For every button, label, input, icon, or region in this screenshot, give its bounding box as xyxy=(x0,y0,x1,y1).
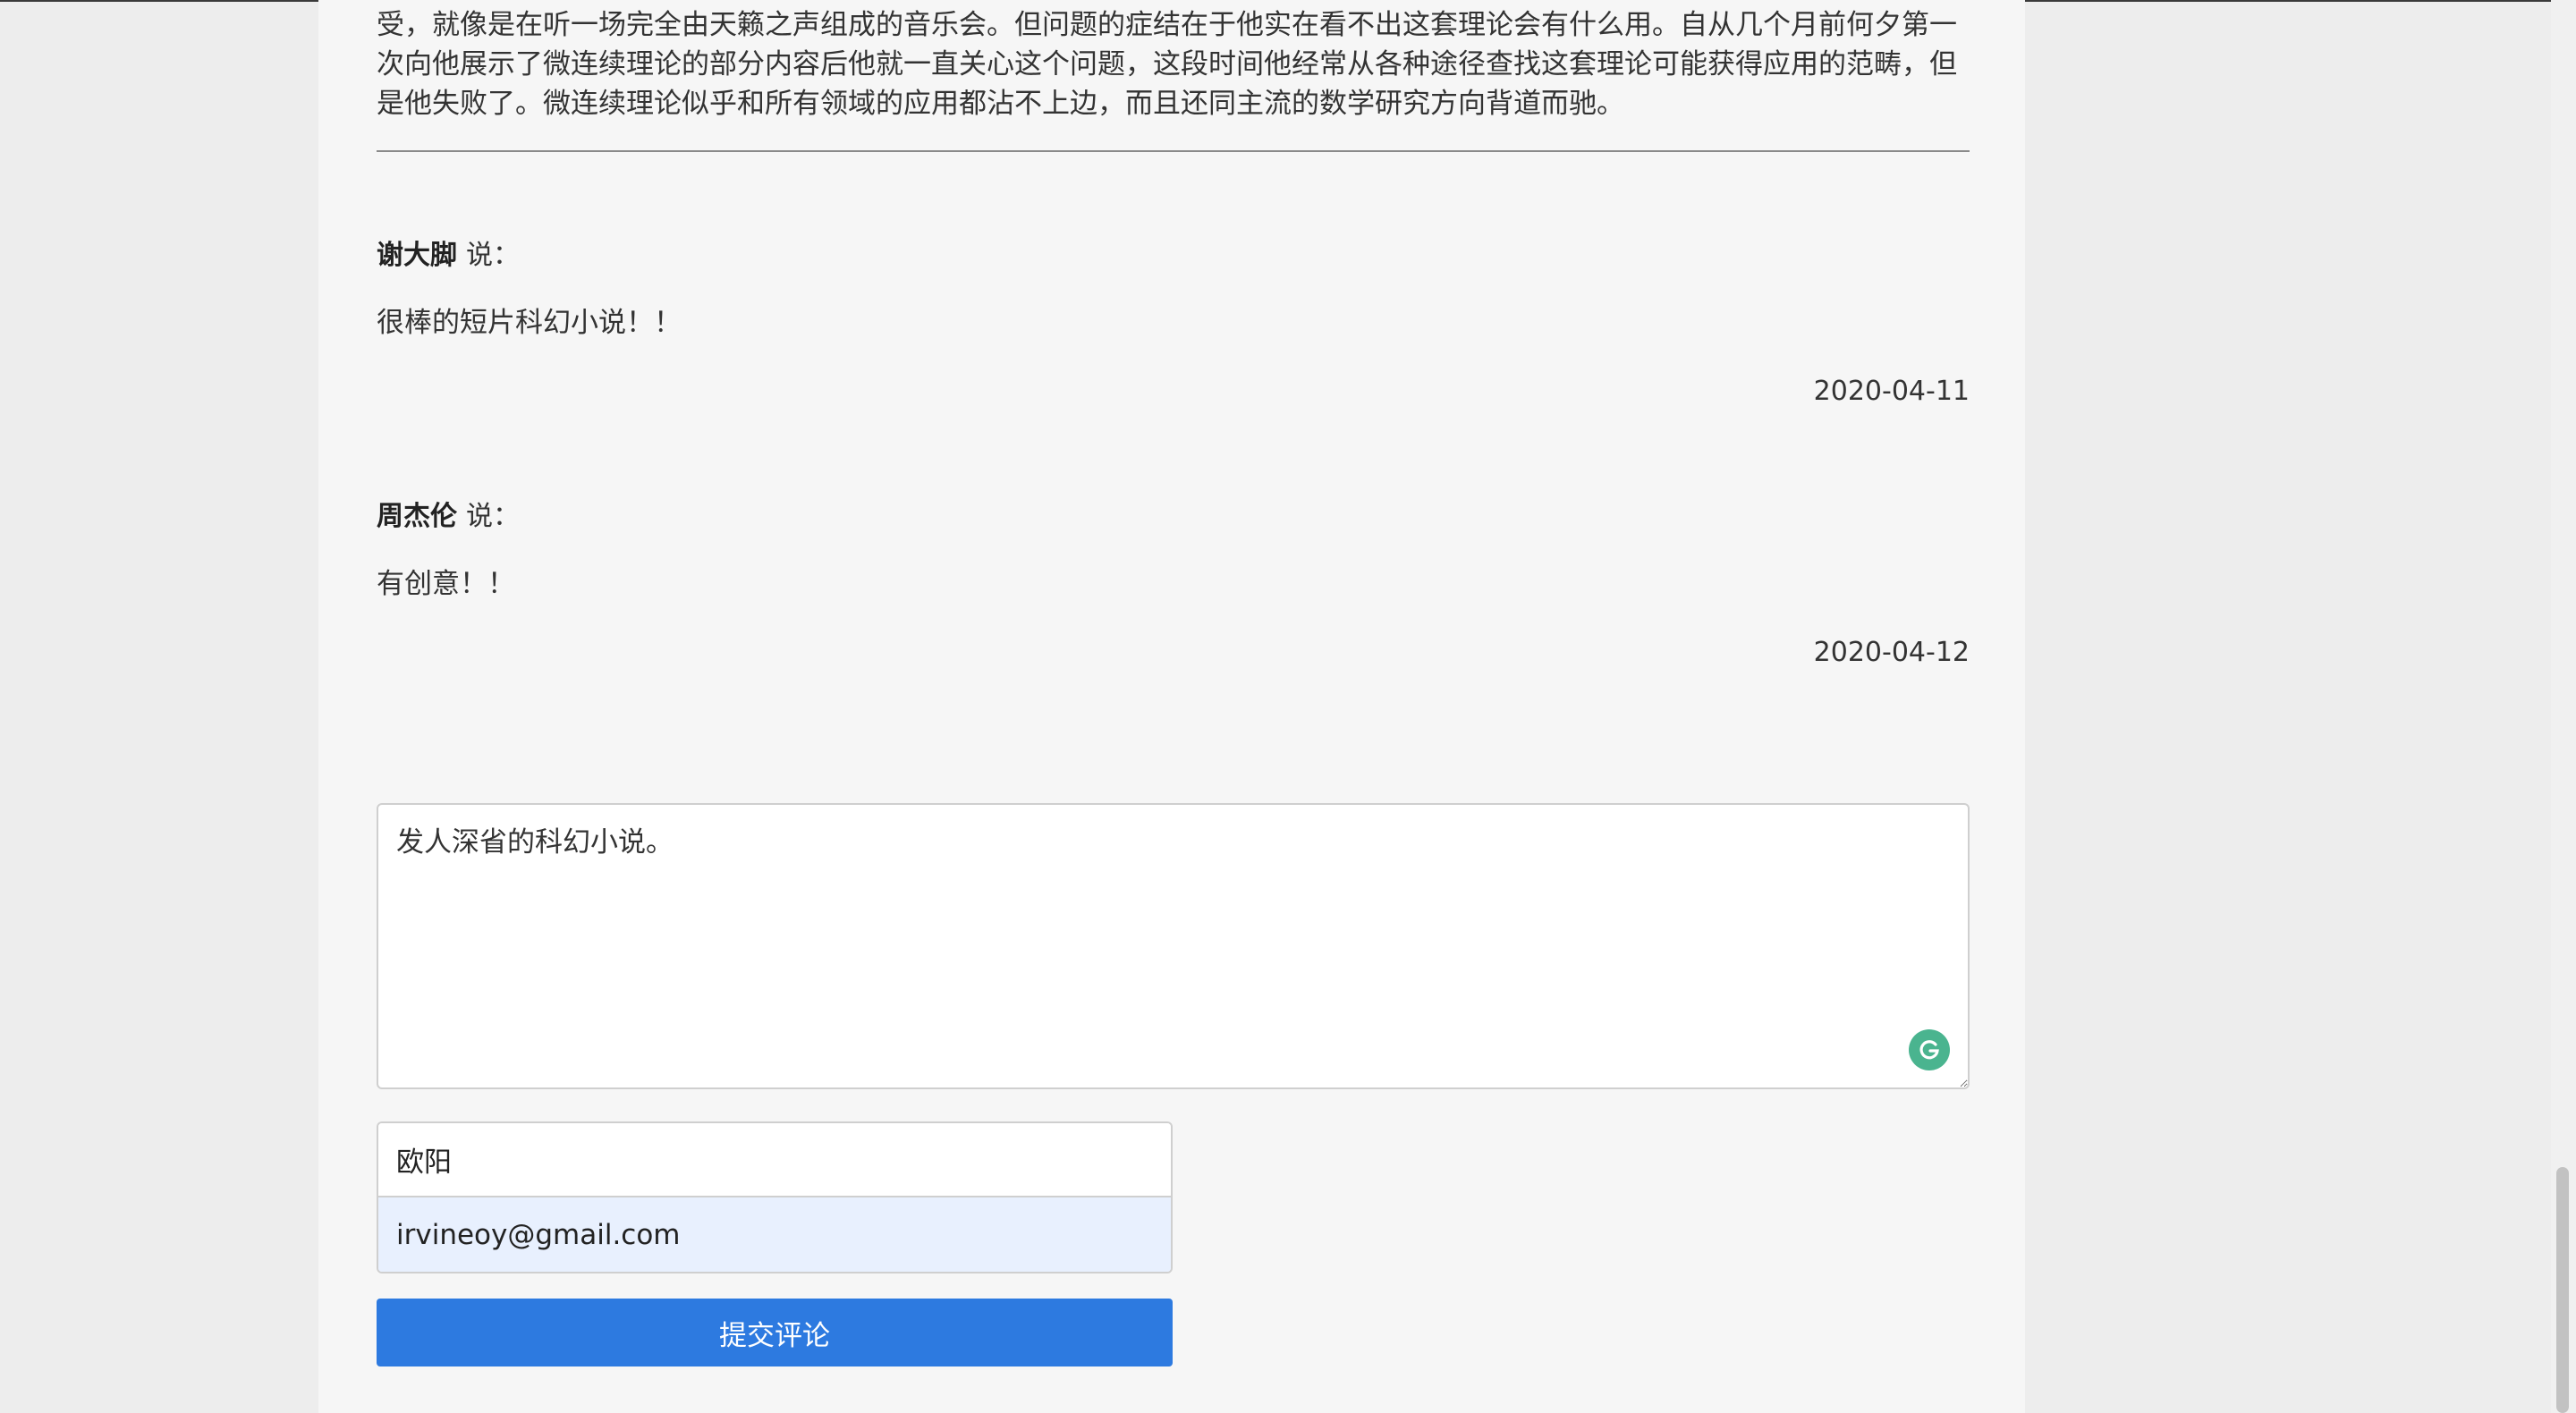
article-paragraph: 受，就像是在听一场完全由天籁之声组成的音乐会。但问题的症结在于他实在看不出这套理… xyxy=(377,9,1957,120)
comment-author: 谢大脚 xyxy=(377,240,457,271)
scrollbar-thumb[interactable] xyxy=(2556,1167,2569,1413)
comment-item: 周杰伦 说： 有创意！！ 2020-04-12 xyxy=(377,499,1970,678)
comment-says-label: 说： xyxy=(466,240,520,271)
submit-comment-button[interactable]: 提交评论 xyxy=(377,1299,1173,1366)
author-fields xyxy=(377,1121,1173,1273)
comment-says-label: 说： xyxy=(466,501,520,532)
name-input[interactable] xyxy=(378,1123,1171,1197)
comment-body: 有创意！！ xyxy=(377,568,515,600)
grammarly-g-glyph xyxy=(1919,1040,1939,1060)
comment-header: 周杰伦 说： xyxy=(377,499,520,535)
comment-textarea[interactable]: 发人深省的科幻小说。 xyxy=(377,803,1970,1089)
comment-item: 谢大脚 说： 很棒的短片科幻小说！！ 2020-04-11 xyxy=(377,238,1970,417)
comments-divider xyxy=(377,150,1970,152)
grammarly-icon[interactable] xyxy=(1909,1029,1950,1070)
content-column: 受，就像是在听一场完全由天籁之声组成的音乐会。但问题的症结在于他实在看不出这套理… xyxy=(377,0,1970,1366)
comment-body: 很棒的短片科幻小说！！ xyxy=(377,307,682,339)
comment-author: 周杰伦 xyxy=(377,501,457,532)
comment-header: 谢大脚 说： xyxy=(377,238,520,274)
comment-date: 2020-04-11 xyxy=(1813,376,1970,407)
email-input[interactable] xyxy=(378,1197,1171,1272)
page-container: 受，就像是在听一场完全由天籁之声组成的音乐会。但问题的症结在于他实在看不出这套理… xyxy=(318,0,2025,1413)
comment-date: 2020-04-12 xyxy=(1813,637,1970,668)
